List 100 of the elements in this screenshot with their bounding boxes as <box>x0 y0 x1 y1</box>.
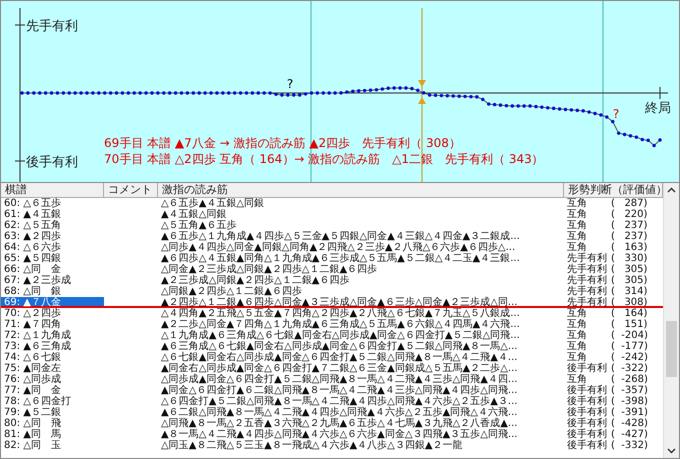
score-cell: ( 305) <box>611 275 648 286</box>
move-cell[interactable]: 62: △５五角 <box>1 220 104 231</box>
move-cell[interactable]: 82: △同 玉 <box>1 440 104 451</box>
line-cell-text: △６五歩▲４五銀△同銀 <box>160 198 266 209</box>
scrollbar-thumb[interactable] <box>666 321 677 377</box>
move-cell[interactable]: 77: ▲同 金 <box>1 385 104 396</box>
line-cell-text: △同歩▲４四歩△同金▲同銀△同角▲２四飛△２三歩▲２八飛△６六歩▲６四歩△... <box>160 242 516 253</box>
question-mark: ? <box>286 77 294 91</box>
column-header[interactable]: 棋譜 <box>1 183 104 197</box>
axis-label: 先手有利 <box>26 19 78 34</box>
move-cell[interactable]: 74: △６七銀 <box>1 352 104 363</box>
line-cell-text: ▲同金右△同歩成▲同金△６四金打▲７二銀△６三金▲同銀成△５五馬▲２二歩△... <box>160 363 518 374</box>
move-cell[interactable]: 80: △同 飛 <box>1 418 104 429</box>
judgment-cell-text: 互角 <box>567 220 588 231</box>
line-cell-text: △４四角▲２五飛△５五金▲７四角△２四歩▲２八飛△６七銀▲７九玉△５八銀成... <box>160 308 521 319</box>
move-cell[interactable]: 76: △同歩成 <box>1 374 104 385</box>
judgment-cell-text: 互角 <box>567 352 587 363</box>
score-cell: ( 287) <box>611 198 648 209</box>
question-mark: ? <box>612 107 620 121</box>
line-cell-text: ▲２二歩△同金▲７四角△１九角成▲６三角成△５五馬▲６六銀△４四馬▲４六飛... <box>160 319 521 330</box>
score-cell: ( -428) <box>611 418 648 429</box>
move-cell[interactable]: 79: ▲５二銀 <box>1 407 104 418</box>
end-label: 終局 <box>645 101 671 116</box>
move-cell[interactable]: 72: △１九角成 <box>1 330 104 341</box>
score-cell: ( -204) <box>611 330 648 341</box>
judgment-cell-text: 後手有利 <box>567 407 608 418</box>
judgment-cell-text: 先手有利 <box>567 275 608 286</box>
line-cell-text: ▲６五歩△１九角成▲４四歩△５三金▲５四銀△同金▲４三銀△４四金▲３二銀成... <box>160 231 521 242</box>
line-cell-text: ▲４五銀△同銀 <box>160 209 226 220</box>
move-cell[interactable]: 75: ▲同金左 <box>1 363 104 374</box>
judgment-cell-text: 先手有利 <box>567 286 608 297</box>
judgment-cell-text: 互角 <box>567 242 587 253</box>
line-cell-text: ▲２三歩成△同銀▲２四歩△１二銀▲６四歩 <box>160 275 350 286</box>
line-cell-text: △１九角成▲６三角成△６七銀▲同金右△同歩成▲同金△６四金打▲５二銀△同飛... <box>160 330 521 341</box>
column-header[interactable]: 激指の読み筋 <box>158 183 564 197</box>
move-cell[interactable]: 78: △６四金打 <box>1 396 104 407</box>
judgment-cell-text: 後手有利 <box>567 396 608 407</box>
line-cell-text: △同玉▲８二飛△５三玉▲８一飛成△４六歩▲４八歩△３四銀▲２一龍 <box>160 440 464 451</box>
score-cell: ( -427) <box>611 429 648 440</box>
line-cell-text: △６四金打▲５二銀△同飛▲８一馬△４二飛▲４四歩△同飛▲４六歩△２五歩▲３... <box>160 396 518 407</box>
judgment-cell-text: 互角 <box>567 198 588 209</box>
move-cell[interactable]: 63: ▲２四歩 <box>1 231 104 242</box>
judgment-cell-text: 後手有利 <box>567 385 608 396</box>
score-cell: ( 164) <box>611 308 648 319</box>
line-cell-text: △６七銀▲同金右△同歩成▲同金△６四金打▲５二銀△同飛▲８一馬△４二飛▲４... <box>160 352 518 363</box>
score-cell: ( 151) <box>611 319 648 330</box>
score-cell: ( -268) <box>611 374 648 385</box>
move-cell[interactable]: 66: △同 金 <box>1 264 104 275</box>
move-cell[interactable]: 61: ▲４五銀 <box>1 209 104 220</box>
move-cell[interactable]: 71: ▲７四角 <box>1 319 104 330</box>
score-cell: ( -332) <box>611 440 648 451</box>
move-cell[interactable]: 69: ▲７八金 <box>1 297 104 306</box>
judgment-cell-text: 互角 <box>567 341 588 352</box>
score-cell: ( -242) <box>611 352 648 363</box>
column-header[interactable]: コメント <box>104 183 158 197</box>
line-cell-text: △５五角▲６五歩 <box>160 220 237 231</box>
line-cell-text: △同歩成▲同金△６四金打▲５二銀△同飛▲８一馬△４二飛▲４三歩△同飛▲４四... <box>160 374 518 385</box>
score-cell: ( 308) <box>611 297 648 306</box>
judgment-cell-text: 先手有利 <box>567 297 608 306</box>
score-cell: ( 330) <box>611 253 648 264</box>
judgment-cell-text: 後手有利 <box>567 418 608 429</box>
score-cell: ( -322) <box>611 363 648 374</box>
move-cell[interactable]: 70: △２四歩 <box>1 308 104 319</box>
judgment-cell-text: 後手有利 <box>567 440 608 451</box>
line-cell-text: △同金▲２三歩成△同銀▲２四歩△１二銀▲６四歩 <box>160 264 378 275</box>
move-cell[interactable]: 65: ▲５四銀 <box>1 253 104 264</box>
line-cell-text: ▲６四歩△４五銀▲同角△１九角成▲６三歩成△５五馬▲５二銀△４二玉▲４三銀... <box>160 253 521 264</box>
judgment-cell-text: 互角 <box>567 231 588 242</box>
move-cell[interactable]: 73: ▲６三角成 <box>1 341 104 352</box>
axis-label: 後手有利 <box>26 155 78 170</box>
line-cell-text: ▲６二銀△同飛▲８一馬△４二飛▲４四歩△同飛▲４六歩△２五歩▲同飛△４六飛... <box>160 407 518 418</box>
score-cell: ( 305) <box>611 264 648 275</box>
line-cell-text: ▲６三角成△６七銀▲同金右△同歩成▲同金△６四金打▲５二銀△同飛▲８一馬△... <box>160 341 518 352</box>
score-cell: ( -391) <box>611 407 648 418</box>
judgment-cell-text: 互角 <box>567 209 588 220</box>
score-cell: ( 163) <box>611 242 648 253</box>
judgment-cell-text: 互角 <box>567 330 588 341</box>
score-cell: ( -177) <box>611 341 648 352</box>
score-cell: ( -398) <box>611 396 648 407</box>
score-cell: ( 237) <box>611 220 648 231</box>
score-cell: ( 220) <box>611 209 648 220</box>
line-cell-text: ▲８一馬△４二飛▲４四歩△同飛▲４六歩△６六歩▲同金△３四飛▲３五歩△同飛... <box>160 429 518 440</box>
judgment-cell-text: 後手有利 <box>567 363 608 374</box>
judgment-cell-text: 後手有利 <box>567 429 608 440</box>
caret-up-icon <box>667 187 676 193</box>
score-cell: ( 314) <box>611 286 648 297</box>
line-cell-text: ▲同金△６四金打▲６二銀△同飛▲８一馬△４二飛▲４三歩△同飛▲４四歩△同飛... <box>160 385 518 396</box>
judgment-cell-text: 互角 <box>567 374 587 385</box>
move-cell[interactable]: 68: △同 銀 <box>1 286 104 297</box>
move-cell[interactable]: 64: △６六歩 <box>1 242 104 253</box>
line-cell-text: ▲２四歩△１二銀▲６四歩△同金▲３三歩成△同金▲６三歩△同金▲２三歩成△同... <box>160 297 518 306</box>
move-info-text: 69手目 本譜 ▲7八金 → 激指の読み筋 ▲2四歩 先手有利（ 308） <box>104 136 461 150</box>
judgment-cell-text: 先手有利 <box>567 264 608 275</box>
move-cell[interactable]: 60: △６五歩 <box>1 198 104 209</box>
judgment-cell-text: 互角 <box>567 319 588 330</box>
line-cell-text: △同飛▲８一馬△２五香▲３六飛△２九馬▲６五歩△４七馬▲３九飛△２八香成▲... <box>160 418 518 429</box>
judgment-cell-text: 互角 <box>567 308 588 319</box>
judgment-cell-text: 先手有利 <box>567 253 608 264</box>
move-cell[interactable]: 67: ▲２三歩成 <box>1 275 104 286</box>
move-cell[interactable]: 81: ▲同 馬 <box>1 429 104 440</box>
